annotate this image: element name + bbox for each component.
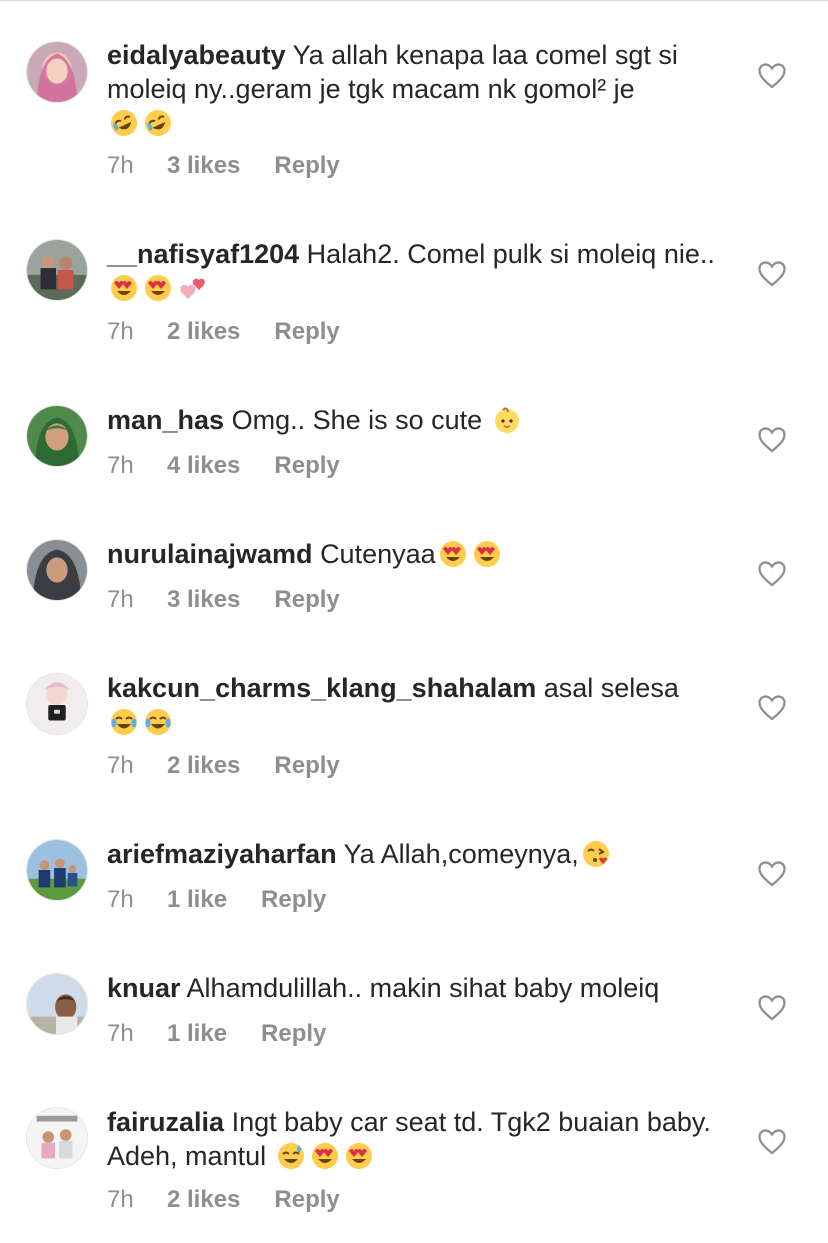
comment-username[interactable]: ariefmaziyaharfan	[107, 839, 337, 869]
two-hearts-emoji	[177, 273, 207, 303]
joy-emoji	[109, 707, 139, 737]
heart-outline-icon[interactable]	[758, 1129, 786, 1155]
avatar[interactable]	[26, 539, 88, 601]
reply-button[interactable]: Reply	[261, 885, 326, 915]
reply-button[interactable]: Reply	[261, 1019, 326, 1049]
heart-eyes-emoji	[472, 539, 502, 569]
heart-eyes-emoji	[310, 1141, 340, 1171]
comment-username[interactable]: nurulainajwamd	[107, 539, 313, 569]
heart-outline-icon[interactable]	[758, 63, 786, 89]
comment-text: Cutenyaa	[320, 539, 436, 569]
avatar[interactable]	[26, 973, 88, 1035]
comment-likes[interactable]: 2 likes	[167, 317, 240, 347]
heart-eyes-emoji	[438, 539, 468, 569]
comment-body: ariefmaziyaharfan Ya Allah,comeynya,	[107, 837, 727, 871]
comment-body: knuar Alhamdulillah.. makin sihat baby m…	[107, 971, 727, 1005]
comment-likes[interactable]: 1 like	[167, 1019, 227, 1049]
comment-meta: 7h 2 likes Reply	[107, 1185, 340, 1215]
comment-meta: 7h 1 like Reply	[107, 1019, 326, 1049]
comment-text: asal selesa	[543, 673, 679, 703]
avatar[interactable]	[26, 405, 88, 467]
comment-username[interactable]: kakcun_charms_klang_shahalam	[107, 673, 536, 703]
comment-username[interactable]: man_has	[107, 405, 224, 435]
comment-likes[interactable]: 3 likes	[167, 585, 240, 615]
reply-button[interactable]: Reply	[274, 317, 339, 347]
reply-button[interactable]: Reply	[274, 451, 339, 481]
reply-button[interactable]: Reply	[274, 1185, 339, 1215]
comment-username[interactable]: __nafisyaf1204	[107, 239, 299, 269]
comment-username[interactable]: knuar	[107, 973, 181, 1003]
avatar[interactable]	[26, 239, 88, 301]
reply-button[interactable]: Reply	[274, 751, 339, 781]
comment-meta: 7h 3 likes Reply	[107, 585, 340, 615]
heart-outline-icon[interactable]	[758, 995, 786, 1021]
avatar[interactable]	[26, 1107, 88, 1169]
comment-text: Alhamdulillah.. makin sihat baby moleiq	[186, 973, 660, 1003]
kissing-heart-emoji	[581, 839, 611, 869]
reply-button[interactable]: Reply	[274, 151, 339, 181]
comment-body: man_has Omg.. She is so cute	[107, 403, 727, 437]
joy-emoji	[143, 707, 173, 737]
sweat-smile-emoji	[276, 1141, 306, 1171]
comment-time: 7h	[107, 152, 134, 179]
avatar[interactable]	[26, 673, 88, 735]
reply-button[interactable]: Reply	[274, 585, 339, 615]
comment-time: 7h	[107, 318, 134, 345]
comment-body: eidalyabeauty Ya allah kenapa laa comel …	[107, 38, 727, 140]
heart-eyes-emoji	[109, 273, 139, 303]
comment-text: Omg.. She is so cute	[231, 405, 483, 435]
comment-username[interactable]: eidalyabeauty	[107, 40, 286, 70]
comment-likes[interactable]: 3 likes	[167, 151, 240, 181]
comment-time: 7h	[107, 1186, 134, 1213]
heart-eyes-emoji	[344, 1141, 374, 1171]
comment-meta: 7h 2 likes Reply	[107, 751, 340, 781]
comment-time: 7h	[107, 886, 134, 913]
comment-time: 7h	[107, 586, 134, 613]
comment-username[interactable]: fairuzalia	[107, 1107, 224, 1137]
rofl-emoji	[143, 108, 173, 138]
comment-body: __nafisyaf1204 Halah2. Comel pulk si mol…	[107, 237, 727, 305]
comment-meta: 7h 4 likes Reply	[107, 451, 340, 481]
heart-outline-icon[interactable]	[758, 695, 786, 721]
comment-time: 7h	[107, 452, 134, 479]
comment-text: Halah2. Comel pulk si moleiq nie..	[306, 239, 715, 269]
comment-body: kakcun_charms_klang_shahalam asal selesa	[107, 671, 727, 739]
comment-likes[interactable]: 2 likes	[167, 1185, 240, 1215]
heart-outline-icon[interactable]	[758, 261, 786, 287]
comment-meta: 7h 1 like Reply	[107, 885, 326, 915]
heart-outline-icon[interactable]	[758, 427, 786, 453]
comment-body: fairuzalia Ingt baby car seat td. Tgk2 b…	[107, 1105, 727, 1173]
avatar[interactable]	[26, 41, 88, 103]
rofl-emoji	[109, 108, 139, 138]
baby-emoji	[492, 405, 522, 435]
comment-time: 7h	[107, 1020, 134, 1047]
comment-likes[interactable]: 4 likes	[167, 451, 240, 481]
comment-likes[interactable]: 2 likes	[167, 751, 240, 781]
heart-outline-icon[interactable]	[758, 861, 786, 887]
top-divider	[0, 0, 828, 1]
heart-outline-icon[interactable]	[758, 561, 786, 587]
avatar[interactable]	[26, 839, 88, 901]
comment-body: nurulainajwamd Cutenyaa	[107, 537, 727, 571]
comment-likes[interactable]: 1 like	[167, 885, 227, 915]
heart-eyes-emoji	[143, 273, 173, 303]
comment-meta: 7h 2 likes Reply	[107, 317, 340, 347]
comment-meta: 7h 3 likes Reply	[107, 151, 340, 181]
comment-text: Ya Allah,comeynya,	[343, 839, 579, 869]
comment-time: 7h	[107, 752, 134, 779]
